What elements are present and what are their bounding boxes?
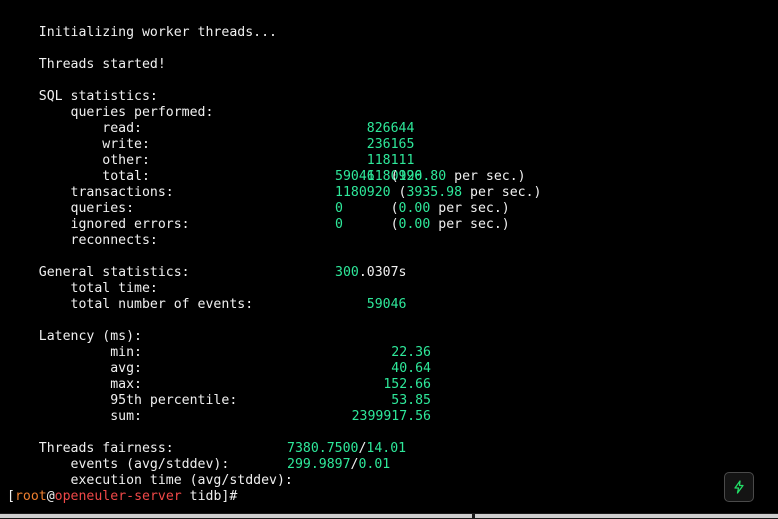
quick-command-button[interactable]: [724, 472, 754, 502]
terminal-line: 95th percentile:: [7, 377, 237, 408]
terminal-line: 59046 (196.80 per sec.): [335, 169, 526, 184]
fairness-events-stddev: 14.01: [366, 441, 407, 456]
lightning-bolt-icon: [734, 480, 744, 494]
per-sec-text: per sec.): [454, 169, 526, 184]
total-events-label: total number of events:: [38, 297, 254, 312]
terminal-line: Threads fairness:: [7, 425, 174, 456]
terminal-line: Threads started!: [7, 41, 166, 72]
latency-sum-label: sum:: [38, 409, 142, 424]
queries-rate: 3935.98: [406, 185, 463, 200]
transactions-value: 59046: [335, 169, 375, 184]
terminal-window[interactable]: Initializing worker threads... Threads s…: [0, 0, 778, 519]
terminal-line: 1180920: [335, 153, 423, 184]
terminal-line: total time:: [7, 265, 158, 296]
terminal-line: avg:: [7, 345, 142, 376]
terminal-line: ignored errors:: [7, 201, 190, 232]
terminal-line: General statistics:: [7, 249, 190, 280]
terminal-line: SQL statistics:: [7, 73, 158, 104]
init-text: Initializing worker threads...: [38, 25, 277, 40]
terminal-line: 300.0307s: [335, 265, 406, 281]
terminal-line: 1180920 (3935.98 per sec.): [335, 185, 542, 200]
ignored-errors-rate: 0.00: [398, 201, 431, 216]
transactions-rate: 196.80: [398, 169, 447, 184]
terminal-line: 22.36: [360, 329, 431, 360]
terminal-line: queries performed:: [7, 89, 214, 120]
terminal-line: total number of events:: [7, 281, 254, 312]
scrollbar-track-segment: [475, 514, 778, 518]
per-sec-text: per sec.): [438, 201, 510, 216]
terminal-line: 59046: [335, 281, 407, 312]
terminal-line: 152.66: [352, 361, 431, 392]
reconnects-rate: 0.00: [398, 217, 431, 232]
terminal-line: read:: [7, 105, 142, 136]
terminal-line: write:: [7, 121, 150, 152]
terminal-line: other:: [7, 137, 150, 168]
per-sec-text: per sec.): [438, 217, 510, 232]
terminal-line: 118111: [335, 137, 415, 168]
terminal-line: 53.85: [360, 377, 431, 408]
terminal-line: 40.64: [360, 345, 431, 376]
terminal-line: reconnects:: [7, 217, 158, 248]
terminal-line: Latency (ms):: [7, 313, 142, 344]
total-time-frac: .0307s: [358, 265, 407, 280]
ignored-errors-value: 0: [335, 201, 343, 216]
fairness-exec-stddev: 0.01: [358, 457, 391, 472]
terminal-line: min:: [7, 329, 142, 360]
scrollbar-thumb[interactable]: [0, 514, 472, 518]
latency-sum-value: 2399917.56: [351, 409, 431, 424]
terminal-line: total:: [7, 153, 150, 184]
terminal-line: 236165: [335, 121, 415, 152]
horizontal-scrollbar[interactable]: [0, 513, 778, 519]
reconnects-value: 0: [335, 217, 343, 232]
terminal-line: 2399917.56: [320, 393, 431, 424]
terminal-line: 0 (0.00 per sec.): [335, 201, 510, 216]
terminal-line: execution time (avg/stddev):: [7, 457, 293, 488]
terminal-line: 7380.7500/14.01: [287, 441, 407, 456]
per-sec-text: per sec.): [470, 185, 542, 200]
terminal-line: 826644: [335, 105, 415, 136]
terminal-line: 0 (0.00 per sec.): [335, 217, 510, 232]
total-time-int: 300: [335, 265, 359, 280]
prompt-suffix: ]#: [221, 489, 238, 504]
terminal-line: Initializing worker threads...: [7, 9, 277, 40]
prompt-user: root: [14, 489, 47, 504]
terminal-line: sum:: [7, 393, 142, 424]
prompt-host: openeuler-server: [54, 489, 182, 504]
prompt-dir: tidb: [181, 489, 222, 504]
terminal-line: 299.9897/0.01: [287, 457, 391, 472]
fairness-exec-avg: 299.9897: [287, 457, 351, 472]
total-events-value: 59046: [366, 297, 407, 312]
terminal-line: max:: [7, 361, 142, 392]
threads-started-text: Threads started!: [38, 57, 166, 72]
shell-prompt[interactable]: [root@openeuler-server tidb]#: [7, 489, 237, 505]
terminal-line: queries:: [7, 185, 135, 216]
terminal-line: events (avg/stddev):: [7, 441, 230, 472]
queries-value: 1180920: [335, 185, 391, 200]
fairness-exec-label: execution time (avg/stddev):: [38, 473, 293, 488]
fairness-events-avg: 7380.7500: [287, 441, 359, 456]
reconnects-label: reconnects:: [38, 233, 158, 248]
terminal-line: transactions:: [7, 169, 174, 200]
